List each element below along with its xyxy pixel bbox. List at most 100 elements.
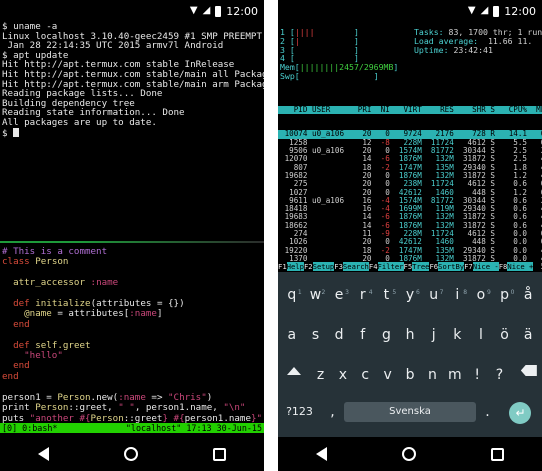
column-header[interactable]: SHR — [458, 106, 486, 114]
key-m[interactable]: m — [444, 364, 466, 386]
key-g[interactable]: g — [375, 324, 399, 346]
back-icon[interactable] — [37, 447, 49, 461]
key-t[interactable]: t5 — [375, 284, 399, 306]
function-key[interactable]: F3Search — [334, 262, 369, 271]
function-key-number: F5 — [403, 262, 413, 271]
back-icon[interactable] — [315, 447, 327, 461]
key-k[interactable]: k — [445, 324, 469, 346]
cpu-meter-bar: | — [294, 35, 300, 46]
key-j[interactable]: j — [422, 324, 446, 346]
process-row[interactable]: 9611 u0_a106 16 -4 1574M 81772 30344 S 0… — [278, 197, 542, 205]
process-row[interactable]: 1026 20 0 42612 1460 448 S 0.0 0.0 6:02.… — [278, 238, 542, 246]
process-cell: 29340 — [458, 163, 486, 172]
key-h[interactable]: h — [398, 324, 422, 346]
column-header[interactable]: USER — [312, 106, 349, 114]
key-p[interactable]: p0 — [493, 284, 517, 306]
uptime-label: Uptime: — [414, 44, 449, 55]
function-key-label: Help — [286, 262, 304, 271]
key-exclamation[interactable]: ! — [466, 364, 488, 386]
process-row[interactable]: 18418 16 -4 1699M 119M 29340 S 0.6 4.1 0… — [278, 205, 542, 213]
column-header[interactable]: RES — [426, 106, 454, 114]
key-b[interactable]: b — [399, 364, 421, 386]
column-header[interactable]: MEM% — [532, 106, 542, 114]
key-w[interactable]: w2 — [304, 284, 328, 306]
key-o[interactable]: o9 — [469, 284, 493, 306]
key-r[interactable]: r4 — [351, 284, 375, 306]
key-s[interactable]: s — [304, 324, 328, 346]
process-row[interactable]: 19682 20 0 1876M 132M 31872 S 1.2 4.5 20… — [278, 172, 542, 180]
space-key[interactable]: Svenska — [344, 402, 476, 422]
process-cell: 2.7 — [532, 147, 542, 155]
function-key[interactable]: F2Setup — [303, 262, 335, 271]
function-key-number: F1 — [278, 262, 287, 271]
process-row[interactable]: 9506 u0_a106 20 0 1574M 81772 30344 S 2.… — [278, 147, 542, 155]
function-key[interactable]: F5Tree — [403, 262, 430, 271]
code-string: } #{ — [162, 412, 185, 424]
key-e[interactable]: e3 — [327, 284, 351, 306]
process-row[interactable]: 1258 12 -8 228M 11724 4612 S 5.5 0.4 2:0… — [278, 139, 542, 147]
process-row[interactable]: 19683 14 -6 1876M 132M 31872 S 0.6 4.5 3… — [278, 213, 542, 221]
recent-apps-icon[interactable] — [213, 447, 227, 461]
function-key-number: F2 — [303, 262, 313, 271]
process-cell: -6 — [376, 155, 390, 164]
column-header[interactable]: NI — [376, 106, 390, 114]
column-header[interactable]: CPU% — [504, 106, 527, 114]
process-row[interactable]: 275 20 0 238M 11724 4612 S 0.6 0.4 8:13.… — [278, 180, 542, 188]
process-table-header[interactable]: PID USER PRI NI VIRT RES SHR S CPU% MEM%… — [278, 105, 542, 114]
key-y[interactable]: y6 — [398, 284, 422, 306]
key-q[interactable]: q1 — [280, 284, 304, 306]
key-ä[interactable]: ä — [516, 324, 540, 346]
process-row[interactable]: 19220 18 -2 1747M 135M 29340 S 0.0 4.6 1… — [278, 247, 542, 255]
key-a[interactable]: a — [280, 324, 304, 346]
key-i[interactable]: i8 — [445, 284, 469, 306]
key-å[interactable]: å — [516, 284, 540, 306]
backspace-key[interactable] — [511, 364, 542, 386]
process-cell: S — [490, 205, 500, 214]
shift-key[interactable] — [278, 364, 309, 386]
process-row[interactable]: 10074 u0_a106 20 0 9724 2176 728 R 14.1 … — [278, 130, 542, 139]
key-v[interactable]: v — [376, 364, 398, 386]
key-d[interactable]: d — [327, 324, 351, 346]
key-l[interactable]: l — [469, 324, 493, 346]
pane-divider[interactable] — [0, 241, 264, 243]
column-header[interactable]: VIRT — [394, 106, 421, 114]
function-key[interactable]: F7Nice - — [464, 262, 499, 271]
recent-apps-icon[interactable] — [491, 447, 505, 461]
home-icon[interactable] — [401, 447, 416, 461]
process-cell: S — [490, 246, 500, 255]
process-row[interactable]: 274 11 -9 228M 11724 4612 S 0.0 0.4 2:29… — [278, 230, 542, 238]
code-editor-pane[interactable]: # This is a comment class Person attr_ac… — [2, 246, 262, 424]
comma-key[interactable]: , — [321, 402, 344, 424]
code-keyword: end — [13, 318, 30, 330]
process-cell: 20 — [353, 188, 372, 197]
process-row[interactable]: 1027 20 0 42612 1460 448 S 1.2 0.0 4:18.… — [278, 189, 542, 197]
key-f[interactable]: f — [351, 324, 375, 346]
process-cell: 16 — [353, 205, 372, 214]
function-key[interactable]: F6SortBy — [429, 262, 465, 271]
process-cell: 135M — [426, 246, 454, 255]
key-u[interactable]: u7 — [422, 284, 446, 306]
column-header[interactable]: S — [490, 106, 499, 114]
process-cell: 0.4 — [532, 230, 542, 238]
column-header[interactable]: PID — [280, 106, 308, 114]
terminal-output[interactable]: $ uname -a Linux localhost 3.10.40-geec2… — [2, 22, 264, 138]
home-icon[interactable] — [123, 447, 138, 461]
code-class-name: Person — [90, 412, 124, 424]
key-c[interactable]: c — [354, 364, 376, 386]
function-key[interactable]: F4Filter — [368, 262, 404, 271]
key-ö[interactable]: ö — [493, 324, 517, 346]
symbols-key[interactable]: ?123 — [278, 402, 321, 424]
key-n[interactable]: n — [421, 364, 443, 386]
period-key[interactable]: . — [476, 402, 499, 424]
column-header[interactable]: PRI — [353, 106, 372, 114]
key-x[interactable]: x — [332, 364, 354, 386]
function-key[interactable]: F1Help — [278, 262, 304, 271]
process-row[interactable]: 18662 14 -6 1876M 132M 31872 S 0.6 4.5 8… — [278, 222, 542, 230]
process-cell: 0.0 — [504, 238, 527, 247]
process-row[interactable]: 807 18 -2 1747M 135M 29340 S 1.8 4.6 1h4… — [278, 164, 542, 172]
process-row[interactable]: 12070 14 -6 1876M 132M 31872 S 2.5 4.5 3… — [278, 155, 542, 163]
function-key[interactable]: F8Nice + — [498, 262, 534, 271]
enter-key[interactable]: ↵ — [499, 402, 542, 424]
key-z[interactable]: z — [309, 364, 331, 386]
key-question[interactable]: ? — [488, 364, 510, 386]
